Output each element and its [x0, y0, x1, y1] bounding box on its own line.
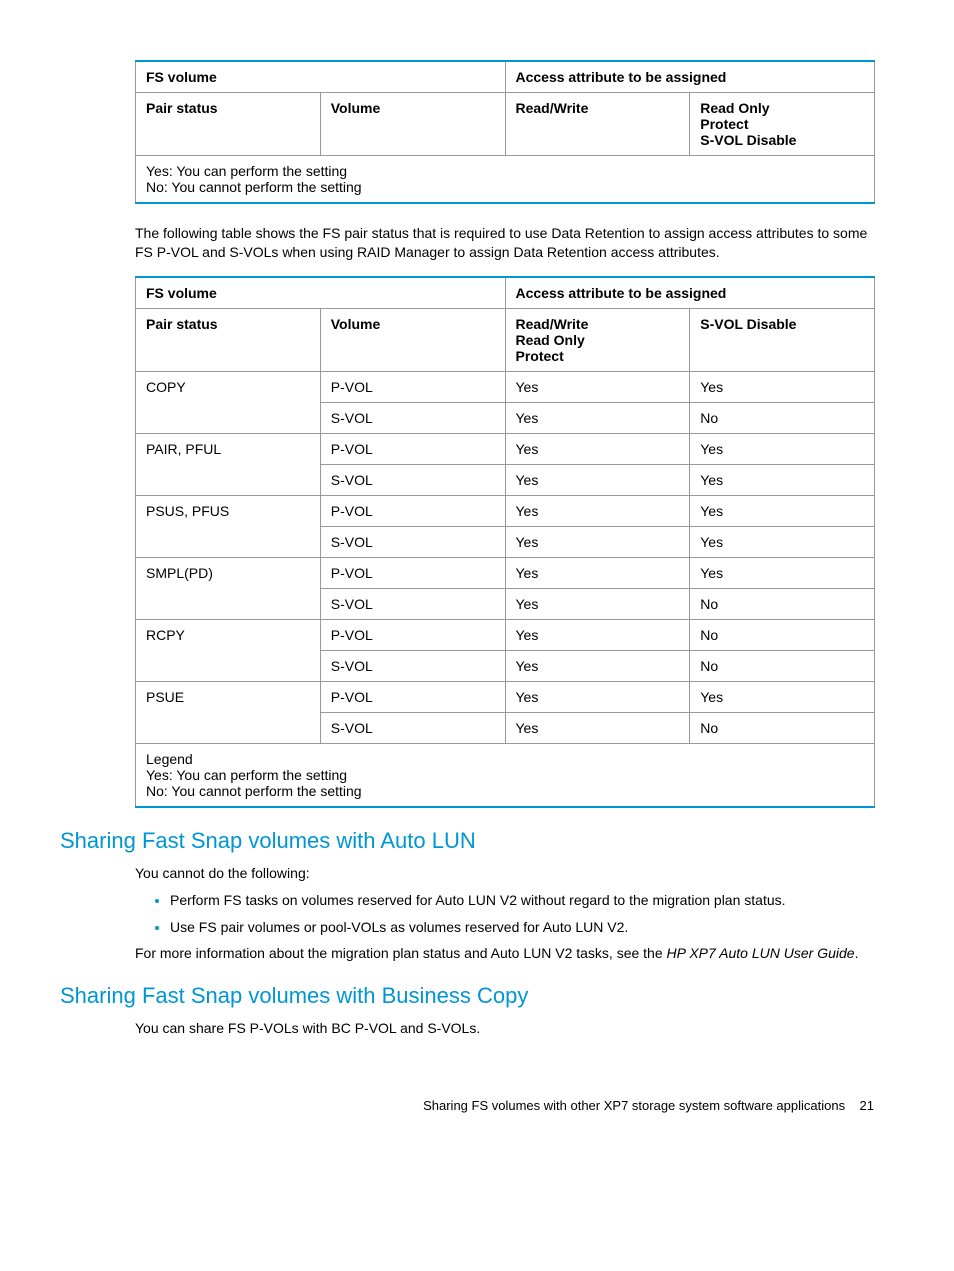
th-fs-volume: FS volume	[136, 61, 506, 93]
paragraph-cannot: You cannot do the following:	[135, 864, 875, 883]
cell-svol: No	[690, 402, 875, 433]
cell-pair-status: PSUS, PFUS	[136, 495, 321, 526]
cell-pair-status	[136, 588, 321, 619]
table-row: S-VOLYesNo	[136, 588, 875, 619]
th-read-only: Read Only Protect S-VOL Disable	[690, 93, 875, 156]
legend-line: Yes: You can perform the setting	[146, 767, 864, 783]
cell-pair-status	[136, 464, 321, 495]
cell-volume: P-VOL	[320, 433, 505, 464]
cell-svol: No	[690, 650, 875, 681]
cell-rw: Yes	[505, 619, 690, 650]
cell-rw: Yes	[505, 557, 690, 588]
cell-volume: S-VOL	[320, 588, 505, 619]
th2-svol: S-VOL Disable	[690, 308, 875, 371]
cell-rw: Yes	[505, 526, 690, 557]
table-row: S-VOLYesYes	[136, 526, 875, 557]
list-restrictions: Perform FS tasks on volumes reserved for…	[170, 891, 870, 937]
footer-page-number: 21	[860, 1098, 874, 1113]
th-read-write: Read/Write	[505, 93, 690, 156]
cell-svol: Yes	[690, 681, 875, 712]
cell-volume: P-VOL	[320, 681, 505, 712]
table-row: S-VOLYesNo	[136, 402, 875, 433]
table-row: PSUS, PFUSP-VOLYesYes	[136, 495, 875, 526]
table-row: S-VOLYesYes	[136, 464, 875, 495]
reference-guide: HP XP7 Auto LUN User Guide	[667, 945, 855, 961]
cell-rw: Yes	[505, 712, 690, 743]
cell-svol: Yes	[690, 464, 875, 495]
cell-svol: Yes	[690, 495, 875, 526]
cell-svol: Yes	[690, 371, 875, 402]
cell-pair-status	[136, 402, 321, 433]
cell-pair-status: SMPL(PD)	[136, 557, 321, 588]
heading-auto-lun: Sharing Fast Snap volumes with Auto LUN	[60, 828, 894, 854]
th-pair-status: Pair status	[136, 93, 321, 156]
table-row: S-VOLYesNo	[136, 712, 875, 743]
cell-pair-status	[136, 712, 321, 743]
heading-business-copy: Sharing Fast Snap volumes with Business …	[60, 983, 894, 1009]
table-row: PAIR, PFULP-VOLYesYes	[136, 433, 875, 464]
more-info-period: .	[855, 945, 859, 961]
cell-volume: P-VOL	[320, 495, 505, 526]
cell-rw: Yes	[505, 402, 690, 433]
list-item: Use FS pair volumes or pool-VOLs as volu…	[170, 918, 870, 937]
cell-volume: S-VOL	[320, 464, 505, 495]
table-row: COPYP-VOLYesYes	[136, 371, 875, 402]
paragraph-more-info: For more information about the migration…	[135, 944, 875, 963]
cell-pair-status: PAIR, PFUL	[136, 433, 321, 464]
cell-svol: Yes	[690, 557, 875, 588]
cell-volume: S-VOL	[320, 402, 505, 433]
cell-volume: P-VOL	[320, 557, 505, 588]
cell-svol: No	[690, 712, 875, 743]
cell-rw: Yes	[505, 433, 690, 464]
legend-yes: Yes: You can perform the setting	[146, 163, 864, 179]
th2-fs-volume: FS volume	[136, 277, 506, 309]
cell-rw: Yes	[505, 650, 690, 681]
table-row: PSUEP-VOLYesYes	[136, 681, 875, 712]
table1-legend: Yes: You can perform the setting No: You…	[136, 156, 875, 204]
cell-pair-status: PSUE	[136, 681, 321, 712]
cell-pair-status	[136, 650, 321, 681]
th-access-attr: Access attribute to be assigned	[505, 61, 875, 93]
list-item: Perform FS tasks on volumes reserved for…	[170, 891, 870, 910]
more-info-text: For more information about the migration…	[135, 945, 667, 961]
cell-svol: Yes	[690, 433, 875, 464]
cell-rw: Yes	[505, 464, 690, 495]
paragraph-intro: The following table shows the FS pair st…	[135, 224, 875, 262]
cell-pair-status	[136, 526, 321, 557]
cell-volume: P-VOL	[320, 371, 505, 402]
cell-pair-status: RCPY	[136, 619, 321, 650]
table-row: LegendYes: You can perform the settingNo…	[136, 743, 875, 807]
cell-pair-status: COPY	[136, 371, 321, 402]
cell-rw: Yes	[505, 371, 690, 402]
cell-volume: S-VOL	[320, 526, 505, 557]
table-fs-pair-status: FS volume Access attribute to be assigne…	[135, 276, 875, 808]
table-row: SMPL(PD)P-VOLYesYes	[136, 557, 875, 588]
th2-rw: Read/Write Read Only Protect	[505, 308, 690, 371]
legend-line: Legend	[146, 751, 864, 767]
cell-svol: No	[690, 619, 875, 650]
table2-legend: LegendYes: You can perform the settingNo…	[136, 743, 875, 807]
legend-no: No: You cannot perform the setting	[146, 179, 864, 195]
legend-line: No: You cannot perform the setting	[146, 783, 864, 799]
cell-rw: Yes	[505, 681, 690, 712]
page-footer: Sharing FS volumes with other XP7 storag…	[60, 1098, 894, 1113]
paragraph-share: You can share FS P-VOLs with BC P-VOL an…	[135, 1019, 875, 1038]
th2-volume: Volume	[320, 308, 505, 371]
cell-svol: Yes	[690, 526, 875, 557]
table-row: S-VOLYesNo	[136, 650, 875, 681]
cell-volume: S-VOL	[320, 712, 505, 743]
cell-rw: Yes	[505, 588, 690, 619]
table-fs-volume-header: FS volume Access attribute to be assigne…	[135, 60, 875, 204]
th2-access-attr: Access attribute to be assigned	[505, 277, 875, 309]
cell-volume: P-VOL	[320, 619, 505, 650]
cell-rw: Yes	[505, 495, 690, 526]
cell-svol: No	[690, 588, 875, 619]
th-volume: Volume	[320, 93, 505, 156]
cell-volume: S-VOL	[320, 650, 505, 681]
th2-pair-status: Pair status	[136, 308, 321, 371]
table-row: RCPYP-VOLYesNo	[136, 619, 875, 650]
footer-text: Sharing FS volumes with other XP7 storag…	[423, 1098, 845, 1113]
